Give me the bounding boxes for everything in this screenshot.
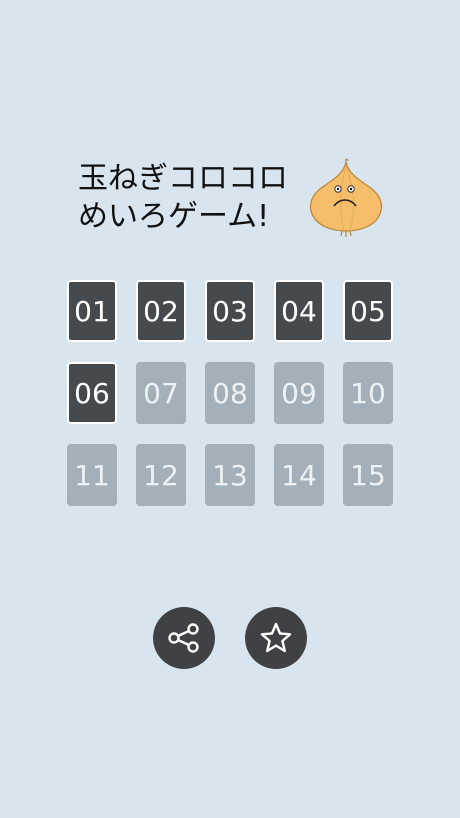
level-button-14[interactable]: 14 bbox=[274, 444, 324, 506]
level-button-10[interactable]: 10 bbox=[343, 362, 393, 424]
share-button[interactable] bbox=[153, 607, 215, 669]
level-button-04[interactable]: 04 bbox=[274, 280, 324, 342]
title-line-2: めいろゲーム! bbox=[78, 199, 270, 234]
level-button-12[interactable]: 12 bbox=[136, 444, 186, 506]
level-button-08[interactable]: 08 bbox=[205, 362, 255, 424]
level-button-05[interactable]: 05 bbox=[343, 280, 393, 342]
level-button-06[interactable]: 06 bbox=[67, 362, 117, 424]
level-button-13[interactable]: 13 bbox=[205, 444, 255, 506]
level-button-01[interactable]: 01 bbox=[67, 280, 117, 342]
level-button-07[interactable]: 07 bbox=[136, 362, 186, 424]
title-line-1: 玉ねぎコロコロ bbox=[78, 161, 288, 196]
level-button-09[interactable]: 09 bbox=[274, 362, 324, 424]
level-button-02[interactable]: 02 bbox=[136, 280, 186, 342]
favorite-button[interactable] bbox=[245, 607, 307, 669]
share-icon bbox=[168, 623, 199, 653]
level-button-15[interactable]: 15 bbox=[343, 444, 393, 506]
level-button-03[interactable]: 03 bbox=[205, 280, 255, 342]
onion-mascot-icon bbox=[300, 158, 392, 238]
level-button-11[interactable]: 11 bbox=[67, 444, 117, 506]
star-icon bbox=[260, 622, 292, 653]
game-title: 玉ねぎコロコロ めいろゲーム! bbox=[78, 160, 308, 236]
